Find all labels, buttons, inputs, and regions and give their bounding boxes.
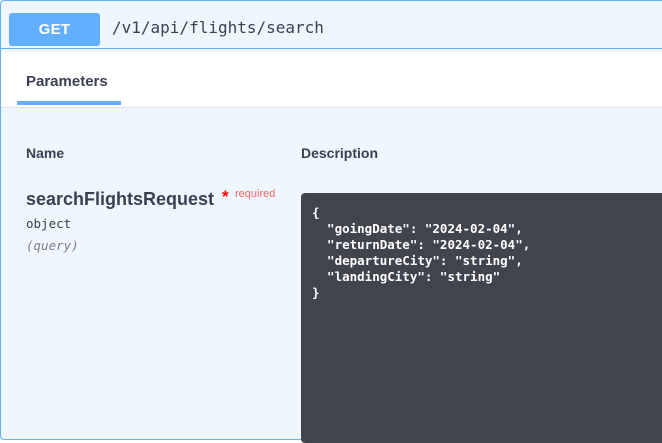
operation-block: GET /v1/api/flights/search Parameters Na… <box>0 0 662 443</box>
http-method-badge: GET <box>9 13 100 46</box>
column-header-name: Name <box>26 145 65 161</box>
required-asterisk: * <box>222 187 229 206</box>
parameters-section-header: Parameters <box>1 52 662 108</box>
column-header-description: Description <box>301 145 379 161</box>
required-label: required <box>235 188 276 200</box>
parameter-name: searchFlightsRequest <box>26 189 215 209</box>
tab-parameters[interactable]: Parameters <box>26 73 108 90</box>
active-tab-indicator <box>17 101 121 105</box>
parameter-value-textarea[interactable]: { "goingDate": "2024-02-04", "returnDate… <box>301 193 662 443</box>
parameter-type: object <box>26 216 72 231</box>
parameter-location: (query) <box>26 238 79 253</box>
operation-summary[interactable]: GET /v1/api/flights/search <box>1 1 662 49</box>
endpoint-path: /v1/api/flights/search <box>112 18 324 37</box>
